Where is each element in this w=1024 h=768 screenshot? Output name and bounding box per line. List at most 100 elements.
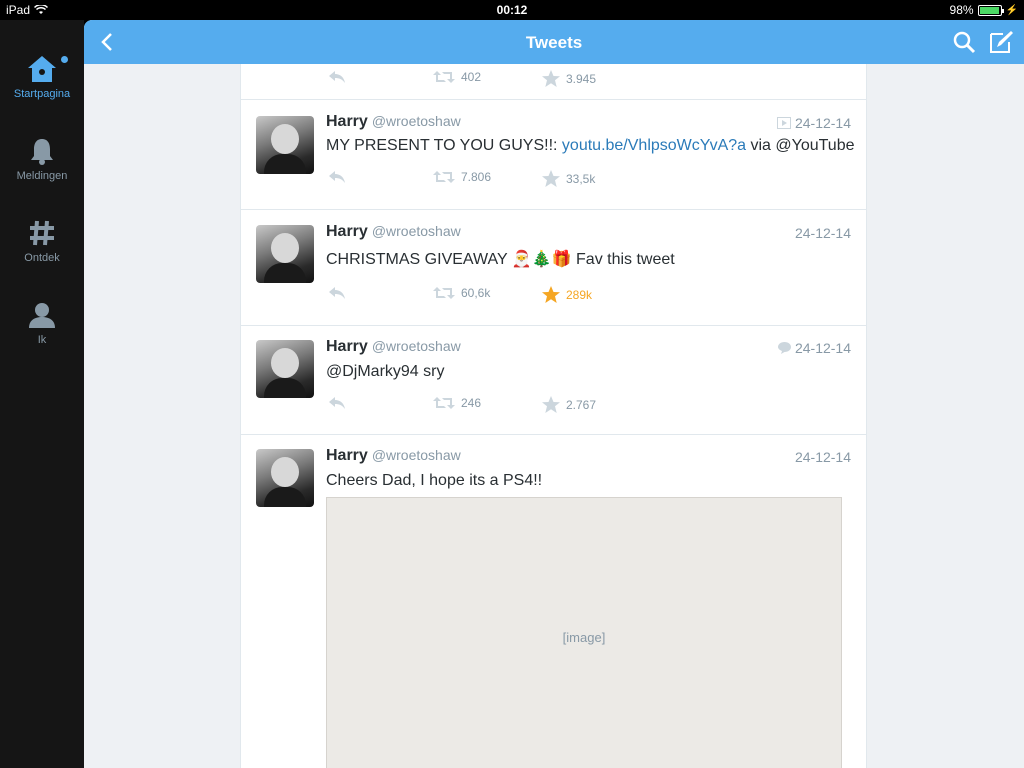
reply-icon: [329, 287, 345, 299]
sidebar-item-label: Ontdek: [24, 252, 60, 264]
tweet-link[interactable]: youtu.be/VhlpsoWcYvA?a: [562, 137, 746, 154]
media-placeholder-label: [image]: [562, 629, 606, 645]
tweet-card[interactable]: Harry @wroetoshaw 24-12-14 MY PRESENT TO …: [241, 100, 866, 210]
favorite-button[interactable]: 33,5k: [542, 170, 595, 187]
retweet-count: 246: [461, 396, 482, 410]
hashtag-icon: [30, 220, 54, 246]
tweet-date: 24-12-14: [776, 115, 851, 131]
tweet-author[interactable]: Harry @wroetoshaw: [326, 223, 461, 241]
date-text: 24-12-14: [794, 225, 851, 241]
sidebar-item-label: Startpagina: [13, 88, 71, 100]
compose-icon[interactable]: [988, 30, 1014, 54]
reply-icon: [329, 397, 345, 409]
tweet-actions: 7.806 33,5k: [326, 170, 726, 190]
tweet-text-part: MY PRESENT TO YOU GUYS!!:: [326, 137, 562, 154]
tweet-card[interactable]: 402 3.945: [241, 64, 866, 100]
reply-button[interactable]: [328, 70, 346, 84]
sidebar: Startpagina Meldingen Ontdek Ik: [0, 20, 84, 768]
tweet-card[interactable]: Harry @wroetoshaw 24-12-14 @DjMarky94 sry…: [241, 326, 866, 435]
author-handle: @wroetoshaw: [371, 113, 461, 129]
retweet-count: 60,6k: [461, 286, 491, 300]
retweet-icon: [433, 71, 455, 83]
reply-button[interactable]: [328, 396, 346, 410]
tweet-text: @DjMarky94 sry: [326, 363, 445, 380]
device-label: iPad: [6, 3, 31, 17]
sidebar-item-me[interactable]: Ik: [0, 300, 84, 346]
star-icon: [542, 396, 560, 413]
reply-button[interactable]: [328, 170, 346, 184]
retweet-count: 402: [461, 70, 482, 84]
sidebar-item-home[interactable]: Startpagina: [0, 54, 84, 100]
favorite-count: 289k: [566, 287, 593, 302]
tweet-text-part: via @YouTube: [746, 137, 855, 154]
tweet-card[interactable]: Harry @wroetoshaw 24-12-14 Cheers Dad, I …: [241, 435, 866, 768]
favorite-button[interactable]: 3.945: [542, 70, 596, 87]
retweet-icon: [433, 171, 455, 183]
tweet-card[interactable]: Harry @wroetoshaw 24-12-14 CHRISTMAS GIVE…: [241, 210, 866, 326]
sidebar-item-label: Meldingen: [16, 170, 68, 182]
author-handle: @wroetoshaw: [371, 223, 461, 239]
tweet-actions: 402 3.945: [326, 70, 726, 90]
retweet-button[interactable]: 60,6k: [433, 286, 490, 300]
timeline[interactable]: 402 3.945 Harry @wroetoshaw 24-12-14 MY P…: [240, 64, 867, 768]
person-icon: [29, 303, 55, 328]
avatar[interactable]: [256, 449, 314, 507]
home-icon: [28, 56, 56, 82]
retweet-button[interactable]: 402: [433, 70, 481, 84]
tweet-actions: 246 2.767: [326, 396, 726, 416]
favorite-button[interactable]: 2.767: [542, 396, 596, 413]
bell-icon: [31, 139, 53, 165]
reply-icon: [329, 171, 345, 183]
charging-icon: ⚡: [1005, 4, 1018, 16]
star-icon: [542, 70, 560, 87]
date-text: 24-12-14: [794, 449, 851, 465]
wifi-icon: [34, 5, 49, 14]
sidebar-item-discover[interactable]: Ontdek: [0, 218, 84, 264]
battery-icon: [977, 4, 1004, 16]
reply-bubble-icon: [777, 342, 791, 354]
reply-icon: [329, 71, 345, 83]
tweet-actions: 60,6k 289k: [326, 286, 726, 306]
date-text: 24-12-14: [794, 115, 851, 131]
favorite-count: 3.945: [566, 71, 597, 86]
tweet-date: 24-12-14: [777, 340, 851, 356]
favorite-count: 2.767: [566, 397, 597, 412]
retweet-count: 7.806: [461, 170, 492, 184]
retweet-button[interactable]: 7.806: [433, 170, 491, 184]
favorite-button[interactable]: 289k: [542, 286, 592, 303]
clock: 00:12: [496, 3, 528, 17]
retweet-icon: [433, 397, 455, 409]
retweet-button[interactable]: 246: [433, 396, 481, 410]
tweet-author[interactable]: Harry @wroetoshaw: [326, 113, 461, 131]
tweet-date: 24-12-14: [795, 225, 851, 241]
author-handle: @wroetoshaw: [371, 338, 461, 354]
star-icon: [542, 286, 560, 303]
date-text: 24-12-14: [794, 340, 851, 356]
main-panel: Tweets 402 3.945 Harry @wroetoshaw 24-12-…: [84, 20, 1024, 768]
author-name: Harry: [326, 223, 368, 240]
status-bar: iPad 00:12 98% ⚡: [0, 0, 1024, 20]
avatar[interactable]: [256, 340, 314, 398]
author-name: Harry: [326, 113, 368, 130]
tweet-date: 24-12-14: [795, 449, 851, 465]
tweet-author[interactable]: Harry @wroetoshaw: [326, 447, 461, 465]
page-title: Tweets: [525, 33, 583, 52]
avatar[interactable]: [256, 225, 314, 283]
favorite-count: 33,5k: [566, 171, 596, 186]
tweet-text: Cheers Dad, I hope its a PS4!!: [326, 472, 543, 489]
video-icon: [776, 117, 791, 129]
star-icon: [542, 170, 560, 187]
battery-percent: 98%: [949, 3, 974, 17]
author-name: Harry: [326, 338, 368, 355]
search-icon[interactable]: [952, 30, 976, 54]
reply-button[interactable]: [328, 286, 346, 300]
author-name: Harry: [326, 447, 368, 464]
avatar[interactable]: [256, 116, 314, 174]
sidebar-item-label: Ik: [37, 334, 47, 346]
tweet-text: MY PRESENT TO YOU GUYS!!: youtu.be/Vhlps…: [326, 137, 855, 155]
retweet-icon: [433, 287, 455, 299]
sidebar-item-notifications[interactable]: Meldingen: [0, 136, 84, 182]
tweet-media[interactable]: [image]: [326, 497, 842, 768]
tweet-text: CHRISTMAS GIVEAWAY 🎅🎄🎁 Fav this tweet: [326, 251, 675, 268]
tweet-author[interactable]: Harry @wroetoshaw: [326, 338, 461, 356]
